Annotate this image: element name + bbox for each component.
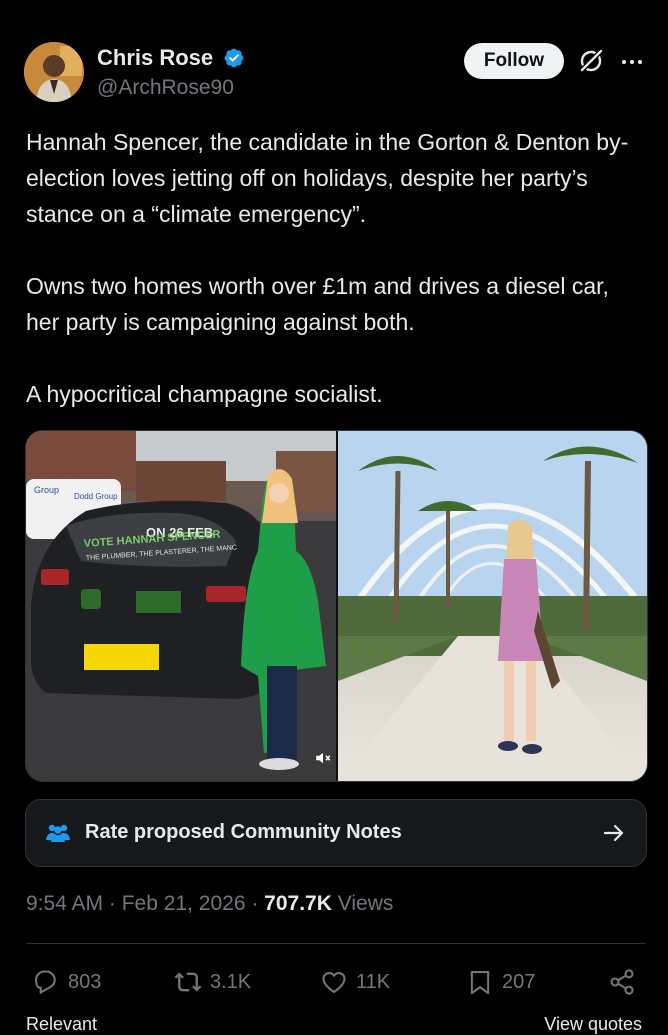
community-notes-icon	[46, 824, 70, 842]
bookmark-count: 207	[502, 970, 536, 993]
photo-candidate-holiday[interactable]	[338, 431, 647, 781]
bookmark-icon	[470, 971, 490, 995]
reply-button[interactable]: 803	[32, 960, 101, 1004]
verified-badge-icon	[224, 48, 244, 68]
follow-button[interactable]: Follow	[463, 43, 564, 79]
repost-icon	[174, 972, 202, 992]
community-notes-button[interactable]: Rate proposed Community Notes	[25, 799, 647, 867]
reply-icon	[35, 970, 56, 995]
tweet-text: Hannah Spencer, the candidate in the Gor…	[26, 124, 646, 412]
tweet-time[interactable]: 9:54 AM	[26, 892, 103, 915]
repost-button[interactable]: 3.1K	[174, 960, 251, 1004]
van-text: Dodd Group	[74, 492, 118, 501]
tweet-paragraph: Hannah Spencer, the candidate in the Gor…	[26, 129, 629, 227]
photo-candidate-with-car[interactable]: Group Dodd Group ON 26 FEB VOTE HANNAH S…	[26, 431, 336, 781]
meta-separator: ·	[251, 892, 265, 915]
tweet-header: Chris Rose @ArchRose90 Follow	[24, 42, 644, 106]
tweet-paragraph: Owns two homes worth over £1m and drives…	[26, 273, 609, 335]
reply-count: 803	[68, 970, 102, 993]
community-notes-label: Rate proposed Community Notes	[85, 821, 402, 843]
tweet-meta: 9:54 AM · Feb 21, 2026 · 707.7K Views	[26, 892, 393, 916]
repost-count: 3.1K	[210, 970, 252, 993]
like-button[interactable]: 11K	[320, 960, 390, 1004]
tweet-paragraph: A hypocritical champagne socialist.	[26, 381, 383, 407]
mute-icon[interactable]	[314, 749, 332, 767]
tweet-actions: 803 3.1K 11K 207	[26, 960, 646, 1004]
grok-icon[interactable]	[578, 48, 604, 74]
share-icon	[610, 969, 634, 995]
van-text: Group	[34, 485, 59, 495]
views-count: 707.7K	[264, 892, 332, 915]
sort-relevant-tab[interactable]: Relevant	[26, 1014, 97, 1035]
meta-separator: ·	[108, 892, 122, 915]
bookmark-button[interactable]: 207	[466, 960, 535, 1004]
avatar[interactable]	[24, 42, 84, 102]
view-quotes-link[interactable]: View quotes	[544, 1014, 642, 1035]
tweet-media[interactable]: Group Dodd Group ON 26 FEB VOTE HANNAH S…	[25, 430, 648, 782]
tweet-date[interactable]: Feb 21, 2026	[122, 892, 246, 915]
heart-icon	[322, 971, 346, 993]
more-options-icon[interactable]	[620, 50, 644, 74]
views-label: Views	[337, 892, 394, 915]
divider	[26, 943, 646, 944]
author-name[interactable]: Chris Rose	[97, 45, 245, 71]
share-button[interactable]	[608, 960, 644, 1004]
author-handle[interactable]: @ArchRose90	[97, 76, 234, 100]
author-name-text[interactable]: Chris Rose	[97, 45, 213, 70]
like-count: 11K	[356, 970, 391, 993]
arrow-right-icon	[603, 824, 624, 842]
